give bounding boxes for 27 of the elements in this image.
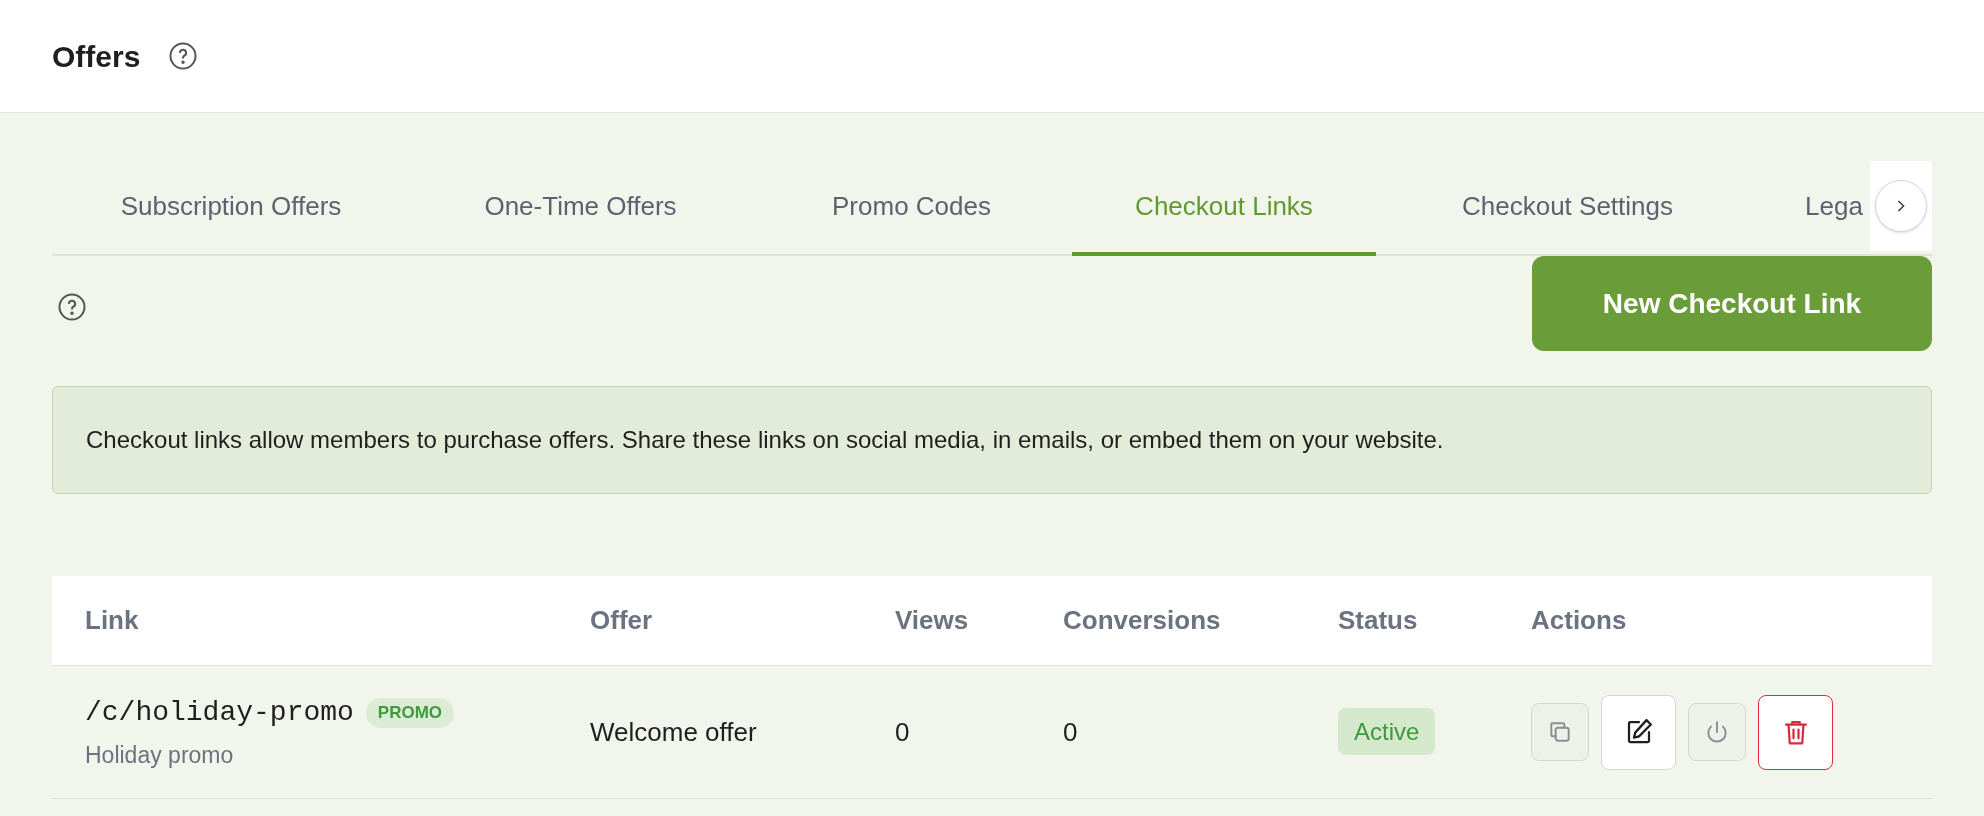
column-header: Views	[895, 605, 969, 635]
status-badge: Active	[1338, 708, 1436, 755]
column-header: Link	[85, 605, 139, 635]
link-name: Holiday promo	[85, 741, 234, 768]
table-cell: Welcome offer	[590, 716, 757, 747]
help-icon[interactable]	[168, 41, 199, 71]
new-checkout-link-button[interactable]: New Checkout Link	[1532, 256, 1932, 351]
edit-button[interactable]	[1601, 694, 1676, 770]
tab[interactable]: One-Time Offers	[410, 161, 751, 256]
tab[interactable]: Promo Codes	[751, 161, 1072, 256]
column-header: Conversions	[1063, 605, 1221, 635]
column-header: Actions	[1531, 605, 1627, 635]
tab[interactable]: Checkout Settings	[1376, 161, 1759, 256]
link-path: /c/holiday-promo	[85, 695, 354, 730]
help-icon[interactable]	[57, 292, 87, 322]
info-message: Checkout links allow members to purchase offers. Share these links on social media, in emails, or embed them on your website.	[86, 425, 1444, 455]
copy-icon	[1547, 719, 1573, 745]
tab[interactable]: Checkout Links	[1072, 161, 1376, 256]
column-header: Status	[1338, 605, 1418, 635]
tab[interactable]: Subscription Offers	[52, 161, 410, 256]
delete-button[interactable]	[1758, 694, 1833, 770]
power-icon	[1704, 719, 1730, 745]
table-cell: 0	[895, 716, 910, 747]
promo-badge: PROMO	[365, 698, 455, 728]
page-title: Offers	[52, 38, 141, 75]
column-header: Offer	[590, 605, 653, 635]
table-cell: 0	[1063, 716, 1078, 747]
